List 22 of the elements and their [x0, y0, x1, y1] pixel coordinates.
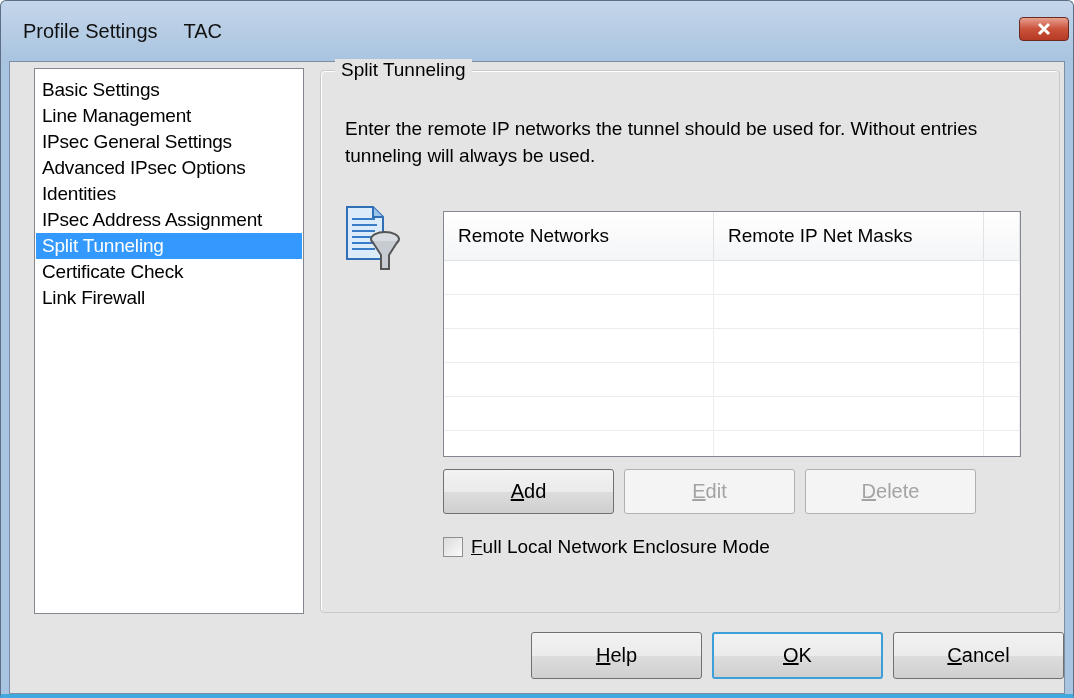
- action-button[interactable]: Add: [443, 469, 614, 514]
- dialog-button[interactable]: OK: [712, 632, 883, 679]
- window-title: Profile Settings: [23, 19, 158, 43]
- enclosure-mode-checkbox[interactable]: Full Local Network Enclosure Mode: [443, 536, 1021, 558]
- close-icon: [1036, 22, 1052, 36]
- sidebar-item[interactable]: IPsec General Settings: [36, 129, 302, 155]
- document-funnel-icon: [345, 205, 401, 273]
- window-subtitle: TAC: [183, 19, 223, 43]
- description-text: Enter the remote IP networks the tunnel should be used for. Without entries tunneling will always be used.: [345, 117, 979, 168]
- sidebar-item[interactable]: Basic Settings: [36, 77, 302, 103]
- group-title: Split Tunneling: [335, 59, 472, 81]
- sidebar-item[interactable]: Certificate Check: [36, 259, 302, 285]
- sidebar-item[interactable]: Line Management: [36, 103, 302, 129]
- dialog-button[interactable]: Cancel: [893, 632, 1064, 679]
- sidebar-item[interactable]: Link Firewall: [36, 285, 302, 311]
- sidebar-item[interactable]: IPsec Address Assignment: [36, 207, 302, 233]
- sidebar-item[interactable]: Identities: [36, 181, 302, 207]
- column-header[interactable]: Remote IP Net Masks: [714, 212, 984, 260]
- column-header[interactable]: Remote Networks: [444, 212, 714, 260]
- dialog-button[interactable]: Help: [531, 632, 702, 679]
- sidebar-item[interactable]: Advanced IPsec Options: [36, 155, 302, 181]
- close-button[interactable]: [1019, 17, 1069, 41]
